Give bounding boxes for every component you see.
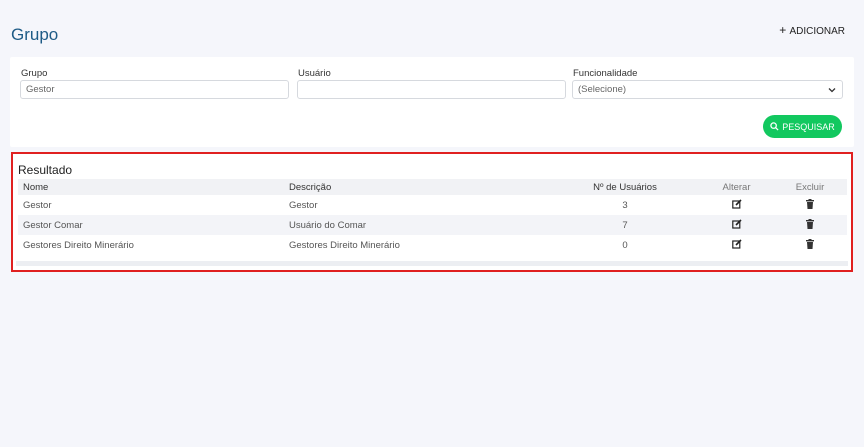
result-title: Resultado — [18, 163, 73, 177]
grupo-label: Grupo — [21, 68, 48, 79]
edit-icon[interactable] — [731, 238, 742, 252]
edit-icon[interactable] — [731, 218, 742, 232]
funcionalidade-selected: (Selecione) — [578, 84, 627, 95]
usuario-label: Usuário — [298, 68, 331, 79]
col-alterar: Alterar — [700, 179, 773, 195]
table-row: Gestor Comar Usuário do Comar 7 — [18, 215, 847, 235]
cell-descricao: Gestor — [289, 199, 318, 211]
trash-icon[interactable] — [806, 218, 814, 232]
cell-nome: Gestores Direito Minerário — [23, 239, 134, 251]
cell-nome: Gestor Comar — [18, 215, 284, 235]
cell-usuarios: 3 — [622, 199, 628, 211]
usuario-input[interactable] — [297, 80, 566, 99]
trash-icon[interactable] — [806, 238, 814, 252]
add-button[interactable]: + ADICIONAR — [779, 23, 845, 37]
cell-usuarios: 7 — [550, 215, 700, 235]
cell-descricao: Gestores Direito Minerário — [289, 239, 400, 251]
result-table: Nome Descrição Nº de Usuários Alterar Ex… — [18, 179, 847, 255]
filter-panel: Grupo Gestor Usuário Funcionalidade (Sel… — [10, 57, 854, 147]
plus-icon: + — [779, 23, 787, 37]
funcionalidade-select[interactable]: (Selecione) — [572, 80, 843, 99]
col-excluir: Excluir — [773, 179, 847, 195]
trash-icon[interactable] — [806, 198, 814, 212]
add-button-label: ADICIONAR — [789, 26, 845, 37]
funcionalidade-label: Funcionalidade — [573, 68, 638, 79]
table-row: Gestores Direito Minerário Gestores Dire… — [18, 235, 847, 255]
cell-descricao: Usuário do Comar — [284, 215, 550, 235]
col-usuarios[interactable]: Nº de Usuários — [550, 179, 700, 195]
result-panel: Resultado Nome Descrição Nº de Usuários … — [11, 152, 853, 272]
page-title: Grupo — [11, 25, 59, 44]
grupo-input[interactable]: Gestor — [20, 80, 289, 99]
cell-nome: Gestor — [23, 199, 52, 211]
search-icon — [770, 122, 779, 131]
search-button-label: PESQUISAR — [782, 121, 835, 132]
edit-icon[interactable] — [731, 198, 742, 212]
col-nome[interactable]: Nome — [18, 179, 284, 195]
search-button[interactable]: PESQUISAR — [763, 115, 842, 138]
table-row: Gestor Gestor 3 — [18, 195, 847, 215]
table-header-row: Nome Descrição Nº de Usuários Alterar Ex… — [18, 179, 847, 195]
chevron-down-icon — [828, 85, 836, 97]
result-footer-bar — [16, 261, 848, 266]
cell-usuarios: 0 — [622, 239, 628, 251]
col-descricao[interactable]: Descrição — [284, 179, 550, 195]
